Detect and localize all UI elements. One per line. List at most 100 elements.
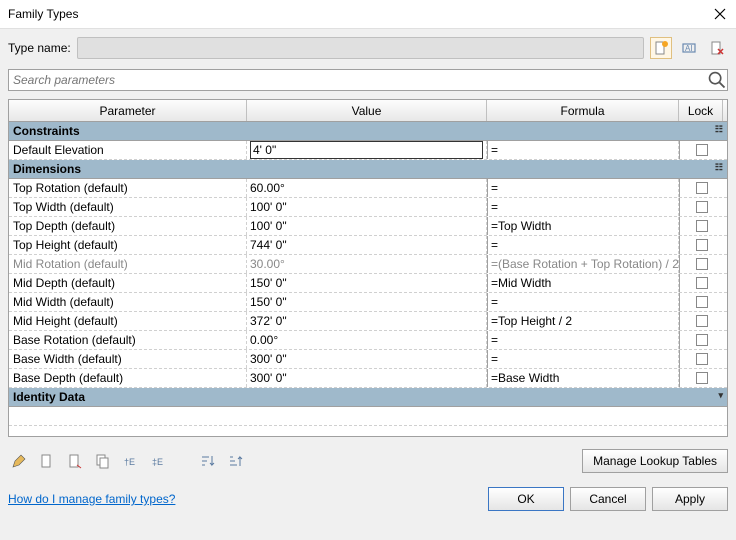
param-name-cell[interactable]: Top Height (default) xyxy=(9,236,247,254)
search-input[interactable] xyxy=(9,73,707,87)
col-header-formula[interactable]: Formula xyxy=(487,100,679,121)
expand-icon[interactable]: ▾ xyxy=(718,390,723,401)
param-lock-cell[interactable] xyxy=(679,179,723,197)
param-value-cell[interactable]: 0.00° xyxy=(247,331,487,349)
param-name-cell[interactable]: Base Rotation (default) xyxy=(9,331,247,349)
param-value-cell[interactable]: 744' 0" xyxy=(247,236,487,254)
copy-parameter-button[interactable] xyxy=(92,450,114,472)
param-lock-cell[interactable] xyxy=(679,331,723,349)
collapse-icon[interactable]: ☷ xyxy=(715,162,723,173)
group-header[interactable]: Constraints☷ xyxy=(9,122,727,141)
lock-checkbox[interactable] xyxy=(696,315,708,327)
lock-checkbox[interactable] xyxy=(696,353,708,365)
help-link[interactable]: How do I manage family types? xyxy=(8,492,175,506)
param-lock-cell[interactable] xyxy=(679,350,723,368)
table-row: Top Rotation (default)60.00°= xyxy=(9,179,727,198)
lock-checkbox[interactable] xyxy=(696,334,708,346)
value-input[interactable]: 4' 0" xyxy=(250,141,483,159)
param-value-cell[interactable]: 372' 0" xyxy=(247,312,487,330)
group-header[interactable]: Identity Data▾ xyxy=(9,388,727,407)
param-value-cell[interactable]: 4' 0" xyxy=(247,141,487,159)
param-value-cell[interactable]: 100' 0" xyxy=(247,198,487,216)
param-lock-cell[interactable] xyxy=(679,369,723,387)
delete-parameter-button[interactable] xyxy=(64,450,86,472)
param-formula-cell[interactable]: = xyxy=(487,179,679,197)
param-name-cell[interactable]: Base Width (default) xyxy=(9,350,247,368)
move-up-button[interactable]: †E xyxy=(120,450,142,472)
svg-text:‡E: ‡E xyxy=(152,457,163,467)
search-icon xyxy=(707,70,727,90)
move-down-button[interactable]: ‡E xyxy=(148,450,170,472)
param-name-cell[interactable]: Top Rotation (default) xyxy=(9,179,247,197)
document-x-icon xyxy=(709,40,725,56)
new-parameter-button[interactable] xyxy=(36,450,58,472)
param-name-cell[interactable]: Top Width (default) xyxy=(9,198,247,216)
param-formula-cell[interactable]: = xyxy=(487,236,679,254)
lock-checkbox[interactable] xyxy=(696,182,708,194)
table-row: Mid Rotation (default)30.00°=(Base Rotat… xyxy=(9,255,727,274)
ok-button[interactable]: OK xyxy=(488,487,564,511)
manage-lookup-tables-button[interactable]: Manage Lookup Tables xyxy=(582,449,728,473)
param-lock-cell[interactable] xyxy=(679,274,723,292)
move-up-icon: †E xyxy=(123,453,139,469)
lock-checkbox[interactable] xyxy=(696,296,708,308)
param-name-cell[interactable]: Mid Height (default) xyxy=(9,312,247,330)
param-value-cell[interactable]: 30.00° xyxy=(247,255,487,273)
param-formula-cell[interactable]: = xyxy=(487,331,679,349)
lock-checkbox[interactable] xyxy=(696,258,708,270)
lock-checkbox[interactable] xyxy=(696,239,708,251)
table-row: Base Depth (default)300' 0"=Base Width xyxy=(9,369,727,388)
param-name-cell[interactable]: Top Depth (default) xyxy=(9,217,247,235)
lock-checkbox[interactable] xyxy=(696,144,708,156)
sort-desc-button[interactable] xyxy=(224,450,246,472)
lock-checkbox[interactable] xyxy=(696,201,708,213)
col-header-lock[interactable]: Lock xyxy=(679,100,723,121)
collapse-icon[interactable]: ☷ xyxy=(715,124,723,135)
move-down-icon: ‡E xyxy=(151,453,167,469)
param-value-cell[interactable]: 300' 0" xyxy=(247,350,487,368)
param-lock-cell[interactable] xyxy=(679,293,723,311)
param-value-cell[interactable]: 150' 0" xyxy=(247,274,487,292)
param-formula-cell[interactable]: =Base Width xyxy=(487,369,679,387)
edit-parameter-button[interactable] xyxy=(8,450,30,472)
param-formula-cell[interactable]: =Mid Width xyxy=(487,274,679,292)
col-header-parameter[interactable]: Parameter xyxy=(9,100,247,121)
param-name-cell[interactable]: Mid Depth (default) xyxy=(9,274,247,292)
cancel-button[interactable]: Cancel xyxy=(570,487,646,511)
param-formula-cell[interactable]: = xyxy=(487,198,679,216)
param-name-cell[interactable]: Mid Rotation (default) xyxy=(9,255,247,273)
lock-checkbox[interactable] xyxy=(696,220,708,232)
apply-button[interactable]: Apply xyxy=(652,487,728,511)
group-header[interactable]: Dimensions☷ xyxy=(9,160,727,179)
param-formula-cell[interactable]: = xyxy=(487,293,679,311)
param-formula-cell[interactable]: =Top Height / 2 xyxy=(487,312,679,330)
param-lock-cell[interactable] xyxy=(679,141,723,159)
param-formula-cell[interactable]: =Top Width xyxy=(487,217,679,235)
param-value-cell[interactable]: 60.00° xyxy=(247,179,487,197)
delete-type-button[interactable] xyxy=(706,37,728,59)
param-lock-cell[interactable] xyxy=(679,312,723,330)
param-value-cell[interactable]: 150' 0" xyxy=(247,293,487,311)
new-type-button[interactable] xyxy=(650,37,672,59)
table-row: Top Depth (default)100' 0"=Top Width xyxy=(9,217,727,236)
rename-type-button[interactable]: AI xyxy=(678,37,700,59)
param-formula-cell[interactable]: = xyxy=(487,350,679,368)
param-lock-cell[interactable] xyxy=(679,217,723,235)
param-formula-cell[interactable]: =(Base Rotation + Top Rotation) / 2 xyxy=(487,255,679,273)
param-name-cell[interactable]: Base Depth (default) xyxy=(9,369,247,387)
close-button[interactable] xyxy=(712,6,728,22)
lock-checkbox[interactable] xyxy=(696,372,708,384)
param-value-cell[interactable]: 300' 0" xyxy=(247,369,487,387)
typename-select[interactable] xyxy=(77,37,644,59)
param-name-cell[interactable]: Default Elevation xyxy=(9,141,247,159)
col-header-value[interactable]: Value xyxy=(247,100,487,121)
lock-checkbox[interactable] xyxy=(696,277,708,289)
param-lock-cell[interactable] xyxy=(679,236,723,254)
param-name-cell[interactable]: Mid Width (default) xyxy=(9,293,247,311)
param-lock-cell[interactable] xyxy=(679,255,723,273)
param-value-cell[interactable]: 100' 0" xyxy=(247,217,487,235)
sort-asc-button[interactable] xyxy=(196,450,218,472)
param-formula-cell[interactable]: = xyxy=(487,141,679,159)
search-button[interactable] xyxy=(707,70,727,90)
param-lock-cell[interactable] xyxy=(679,198,723,216)
